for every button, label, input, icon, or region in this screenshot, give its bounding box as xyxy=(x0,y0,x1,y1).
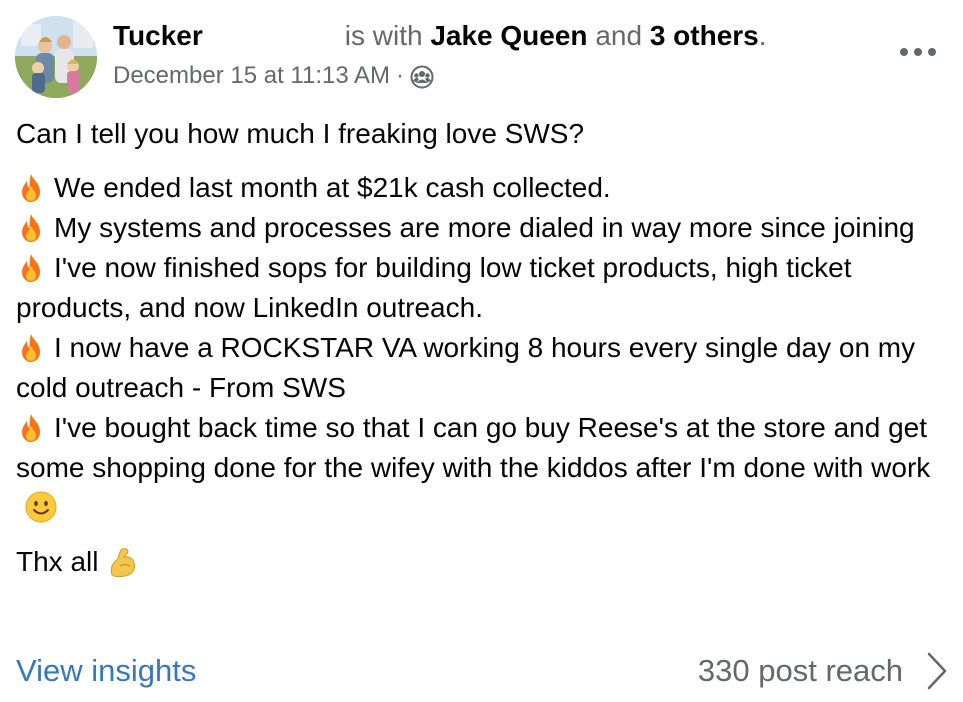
and-text: and xyxy=(595,20,643,51)
group-audience-icon[interactable] xyxy=(410,65,434,89)
bullet-text: I now have a ROCKSTAR VA working 8 hours… xyxy=(16,332,916,403)
closing-text: Thx all xyxy=(16,546,99,577)
period: . xyxy=(758,20,767,51)
post-body: Can I tell you how much I freaking love … xyxy=(16,114,951,582)
author-line: Tucker is with Jake Queen and 3 others. xyxy=(113,16,767,56)
flexed-biceps-emoji xyxy=(111,548,136,578)
family-photo xyxy=(15,16,97,98)
fire-emoji xyxy=(22,414,40,442)
bullet-text: I've now finished sops for building low … xyxy=(16,252,852,323)
post-closing: Thx all xyxy=(16,542,951,582)
view-insights-link[interactable]: View insights xyxy=(16,648,196,694)
chevron-right-icon xyxy=(927,652,947,690)
facebook-post: Tucker is with Jake Queen and 3 others. D… xyxy=(0,0,963,702)
bullet-item: I've bought back time so that I can go b… xyxy=(16,408,951,528)
post-footer: View insights 330 post reach xyxy=(16,648,951,694)
bullet-text: I've bought back time so that I can go b… xyxy=(16,412,931,483)
post-bullets: We ended last month at $21k cash collect… xyxy=(16,168,951,528)
tagged-others-link[interactable]: 3 others xyxy=(650,20,759,51)
bullet-text: My systems and processes are more dialed… xyxy=(54,212,915,243)
author-name[interactable]: Tucker xyxy=(113,20,203,51)
bullet-item: My systems and processes are more dialed… xyxy=(16,208,951,248)
post-timestamp[interactable]: December 15 at 11:13 AM xyxy=(113,60,390,92)
fire-emoji xyxy=(22,214,40,242)
post-intro: Can I tell you how much I freaking love … xyxy=(16,118,585,149)
author-avatar[interactable] xyxy=(15,16,97,98)
smiling-face-emoji xyxy=(25,491,57,523)
bullet-item: We ended last month at $21k cash collect… xyxy=(16,168,951,208)
tagged-name[interactable]: Jake Queen xyxy=(430,20,587,51)
bullet-text: We ended last month at $21k cash collect… xyxy=(54,172,611,203)
post-reach-label: 330 post reach xyxy=(697,653,903,688)
fire-emoji xyxy=(22,174,40,202)
bullet-item: I now have a ROCKSTAR VA working 8 hours… xyxy=(16,328,951,408)
bullet-item: I've now finished sops for building low … xyxy=(16,248,951,328)
fire-emoji xyxy=(22,254,40,282)
post-reach-button[interactable]: 330 post reach xyxy=(698,648,951,694)
post-meta: December 15 at 11:13 AM · xyxy=(113,60,434,92)
more-options-icon[interactable] xyxy=(896,38,940,66)
meta-separator: · xyxy=(396,62,405,89)
with-text: is with xyxy=(344,20,423,51)
fire-emoji xyxy=(22,334,40,362)
